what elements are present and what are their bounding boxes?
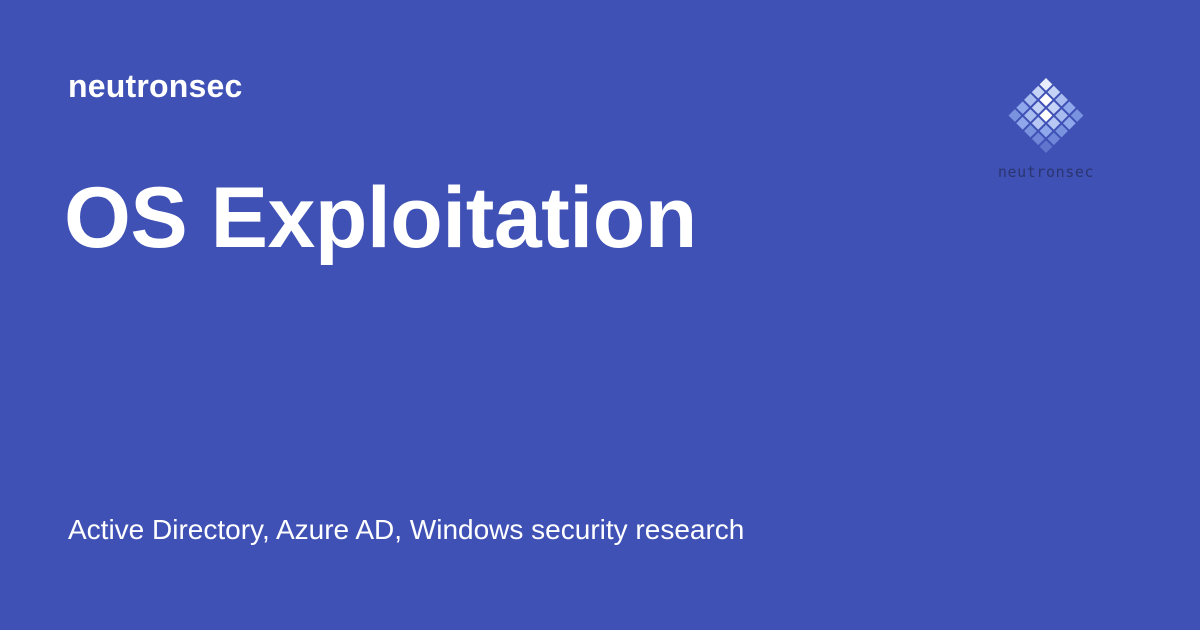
site-name: neutronsec	[68, 68, 243, 104]
brand-logo: neutronsec	[984, 74, 1108, 186]
page-title: OS Exploitation	[64, 170, 697, 266]
diamond-pixel-grid-icon	[1008, 78, 1084, 153]
social-preview-card: neutronsec OS Exploitation Active Direct…	[0, 0, 1200, 630]
page-description: Active Directory, Azure AD, Windows secu…	[68, 514, 745, 545]
logo-wordmark: neutronsec	[997, 163, 1095, 181]
